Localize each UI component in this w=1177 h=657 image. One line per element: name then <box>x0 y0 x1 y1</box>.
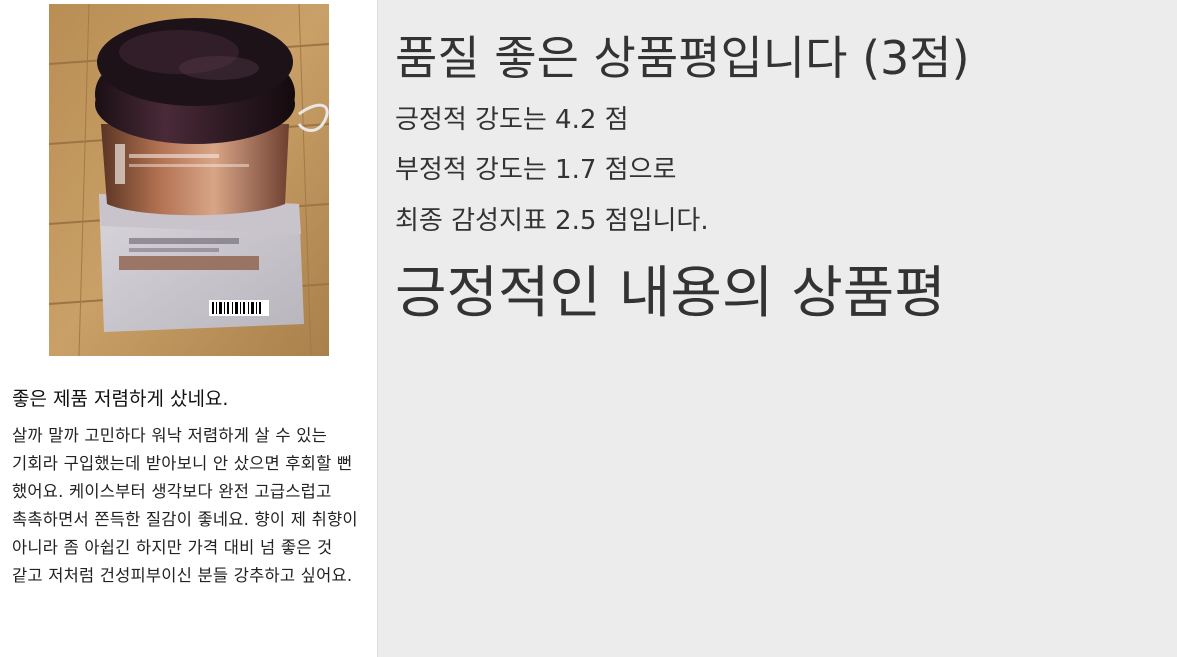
sentiment-section-heading: 긍정적인 내용의 상품평 <box>395 261 946 326</box>
negative-intensity: 부정적 강도는 1.7 점으로 <box>395 155 677 185</box>
positive-intensity: 긍정적 강도는 4.2 점 <box>395 105 629 135</box>
review-sidebar: 좋은 제품 저렴하게 샀네요. 살까 말까 고민하다 워낙 저렴하게 살 수 있… <box>0 0 378 657</box>
review-analysis-page: 좋은 제품 저렴하게 샀네요. 살까 말까 고민하다 워낙 저렴하게 살 수 있… <box>0 0 1177 657</box>
review-body: 살까 말까 고민하다 워낙 저렴하게 살 수 있는 기회라 구입했는데 받아보니… <box>12 426 358 585</box>
review-quality-headline: 품질 좋은 상품평입니다 (3점) <box>395 31 970 85</box>
final-sentiment-index: 최종 감성지표 2.5 점입니다. <box>395 206 709 236</box>
review-title: 좋은 제품 저렴하게 샀네요. <box>12 388 229 410</box>
product-photo <box>49 4 329 356</box>
